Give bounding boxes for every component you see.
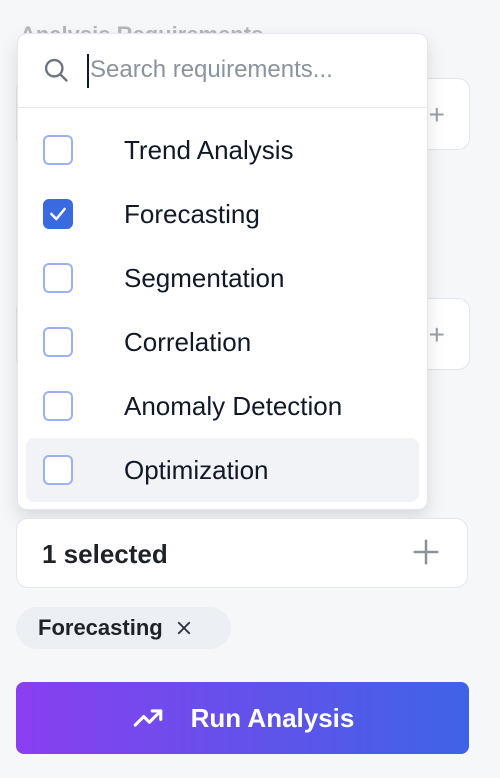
plus-icon[interactable]	[411, 537, 441, 567]
option-label: Trend Analysis	[124, 134, 294, 165]
run-analysis-button[interactable]: Run Analysis	[16, 682, 469, 754]
option-label: Optimization	[124, 454, 269, 485]
plus-icon: +	[428, 319, 445, 350]
option-trend-analysis[interactable]: Trend Analysis	[26, 118, 419, 182]
checkbox[interactable]	[43, 327, 73, 357]
option-label: Segmentation	[124, 262, 285, 293]
option-optimization[interactable]: Optimization	[26, 438, 419, 502]
text-caret	[87, 54, 89, 88]
search-input[interactable]	[86, 50, 410, 90]
checkbox[interactable]	[43, 199, 73, 229]
option-segmentation[interactable]: Segmentation	[26, 246, 419, 310]
multi-select-field[interactable]: 1 selected	[16, 518, 468, 588]
option-correlation[interactable]: Correlation	[26, 310, 419, 374]
plus-icon: +	[428, 99, 445, 130]
option-anomaly-detection[interactable]: Anomaly Detection	[26, 374, 419, 438]
run-analysis-label: Run Analysis	[190, 702, 355, 733]
close-icon[interactable]	[175, 619, 193, 637]
search-row	[18, 34, 427, 108]
checkbox[interactable]	[43, 135, 73, 165]
checkbox[interactable]	[43, 263, 73, 293]
trending-up-icon	[133, 709, 162, 727]
checkbox[interactable]	[43, 455, 73, 485]
option-label: Forecasting	[124, 198, 260, 229]
search-icon	[44, 58, 68, 82]
checkbox[interactable]	[43, 391, 73, 421]
option-forecasting[interactable]: Forecasting	[26, 182, 419, 246]
check-icon	[50, 207, 66, 221]
requirements-dropdown: Trend Analysis Forecasting Segmentation …	[17, 33, 428, 510]
selected-chip: Forecasting	[16, 607, 231, 649]
chip-label: Forecasting	[38, 615, 163, 640]
option-label: Correlation	[124, 326, 252, 357]
selected-count: 1 selected	[42, 539, 168, 569]
option-label: Anomaly Detection	[124, 390, 343, 421]
option-list: Trend Analysis Forecasting Segmentation …	[26, 118, 419, 502]
